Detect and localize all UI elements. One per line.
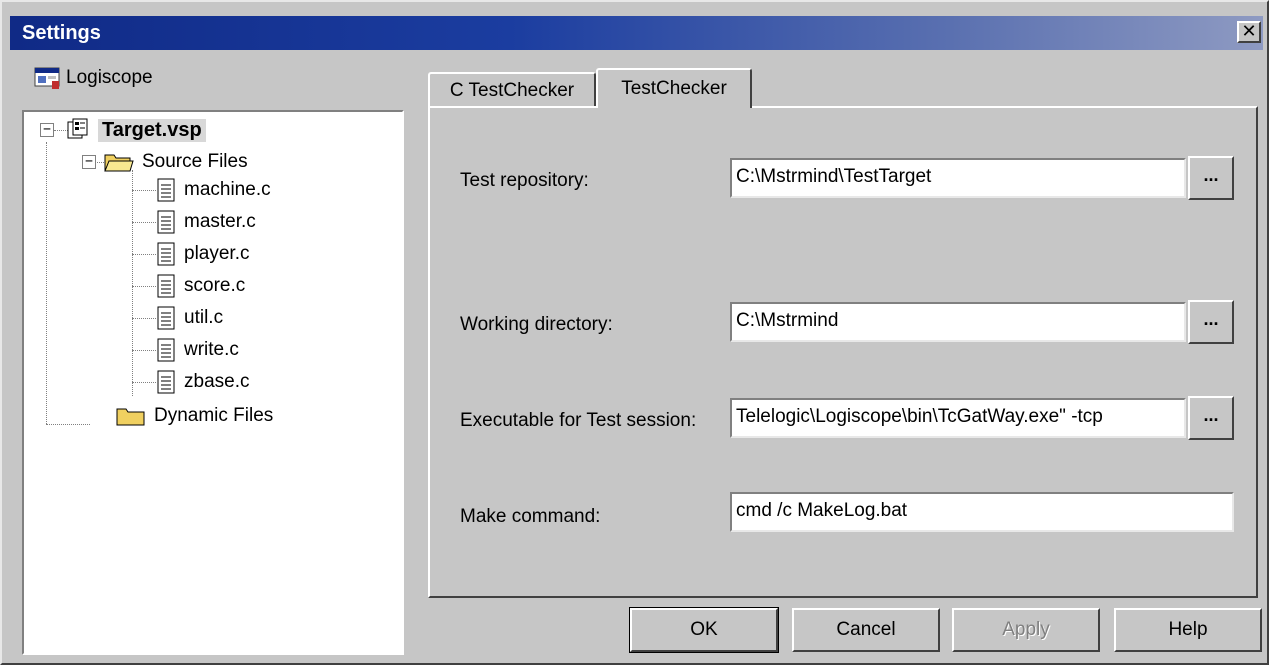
help-button[interactable]: Help: [1114, 608, 1262, 652]
project-icon: [67, 118, 88, 139]
tree-item-project[interactable]: − Target.vsp: [40, 116, 206, 144]
tree-line: [46, 424, 90, 425]
file-icon: [157, 274, 175, 298]
executable-label: Executable for Test session:: [460, 410, 697, 431]
ok-button[interactable]: OK: [629, 607, 779, 653]
folder-open-icon: [104, 154, 134, 172]
tree-item-file[interactable]: util.c: [156, 304, 223, 332]
close-button[interactable]: ✕: [1237, 21, 1261, 43]
working-directory-input[interactable]: C:\Mstrmind: [730, 302, 1186, 342]
file-icon: [157, 178, 175, 202]
browse-test-repository-button[interactable]: ...: [1188, 156, 1234, 200]
tree-item-file[interactable]: score.c: [156, 272, 245, 300]
tree-item-source-files[interactable]: − Source Files: [82, 148, 248, 176]
tree-item-label: master.c: [184, 211, 256, 232]
tree-root-text: Logiscope: [66, 67, 153, 88]
file-icon: [157, 210, 175, 234]
file-icon: [157, 242, 175, 266]
test-repository-label: Test repository:: [460, 170, 589, 191]
title-bar: Settings ✕: [10, 16, 1263, 50]
tree-item-file[interactable]: master.c: [156, 208, 256, 236]
tree-item-file[interactable]: machine.c: [156, 176, 271, 204]
tree-line: [132, 382, 156, 383]
executable-input-text: Telelogic\Logiscope\bin\TcGatWay.exe" -t…: [736, 406, 1103, 427]
working-directory-label: Working directory:: [460, 314, 613, 335]
browse-executable-button[interactable]: ...: [1188, 396, 1234, 440]
tree-item-label: score.c: [184, 275, 246, 296]
collapse-icon[interactable]: −: [40, 123, 54, 137]
tree-line: [132, 190, 156, 191]
testchecker-panel: Test repository: C:\Mstrmind\TestTarget …: [428, 106, 1258, 598]
cancel-button[interactable]: Cancel: [792, 608, 940, 652]
make-command-label: Make command:: [460, 506, 601, 527]
project-tree[interactable]: − Target.vsp − Source Files machine.c ma…: [22, 110, 404, 655]
file-icon: [157, 370, 175, 394]
tree-item-label: machine.c: [184, 179, 271, 200]
tab-c-testchecker[interactable]: C TestChecker: [428, 72, 596, 108]
folder-icon: [116, 408, 145, 426]
tree-line: [132, 350, 156, 351]
tree-item-label: util.c: [184, 307, 224, 328]
window-title: Settings: [22, 21, 101, 44]
tree-line: [132, 170, 133, 396]
tree-item-label: Source Files: [142, 151, 248, 172]
tab-label: TestChecker: [621, 78, 727, 99]
executable-input[interactable]: Telelogic\Logiscope\bin\TcGatWay.exe" -t…: [730, 398, 1186, 438]
browse-working-directory-button[interactable]: ...: [1188, 300, 1234, 344]
tree-line: [132, 318, 156, 319]
settings-window: Settings ✕ Logiscope − Target.vsp − Sour…: [0, 0, 1269, 665]
logiscope-app-icon: [34, 67, 60, 89]
tree-item-label: zbase.c: [184, 371, 250, 392]
tab-label: C TestChecker: [449, 80, 575, 101]
tree-line: [132, 286, 156, 287]
tree-item-label: write.c: [184, 339, 239, 360]
tree-root-label: Logiscope: [34, 66, 153, 90]
collapse-icon[interactable]: −: [82, 155, 96, 169]
tree-item-label: player.c: [184, 243, 250, 264]
tree-line: [132, 222, 156, 223]
make-command-input[interactable]: cmd /c MakeLog.bat: [730, 492, 1234, 532]
tree-line: [132, 254, 156, 255]
apply-button[interactable]: Apply: [952, 608, 1100, 652]
tree-line: [46, 142, 47, 424]
tree-item-label: Dynamic Files: [154, 405, 274, 426]
tree-item-project-label: Target.vsp: [98, 118, 206, 142]
tree-item-dynamic-files[interactable]: Dynamic Files: [90, 402, 273, 430]
tree-item-file[interactable]: write.c: [156, 336, 239, 364]
tree-item-file[interactable]: zbase.c: [156, 368, 249, 396]
close-icon: ✕: [1241, 21, 1257, 41]
tab-testchecker[interactable]: TestChecker: [596, 68, 752, 108]
tree-item-file[interactable]: player.c: [156, 240, 249, 268]
file-icon: [157, 338, 175, 362]
file-icon: [157, 306, 175, 330]
test-repository-input[interactable]: C:\Mstrmind\TestTarget: [730, 158, 1186, 198]
